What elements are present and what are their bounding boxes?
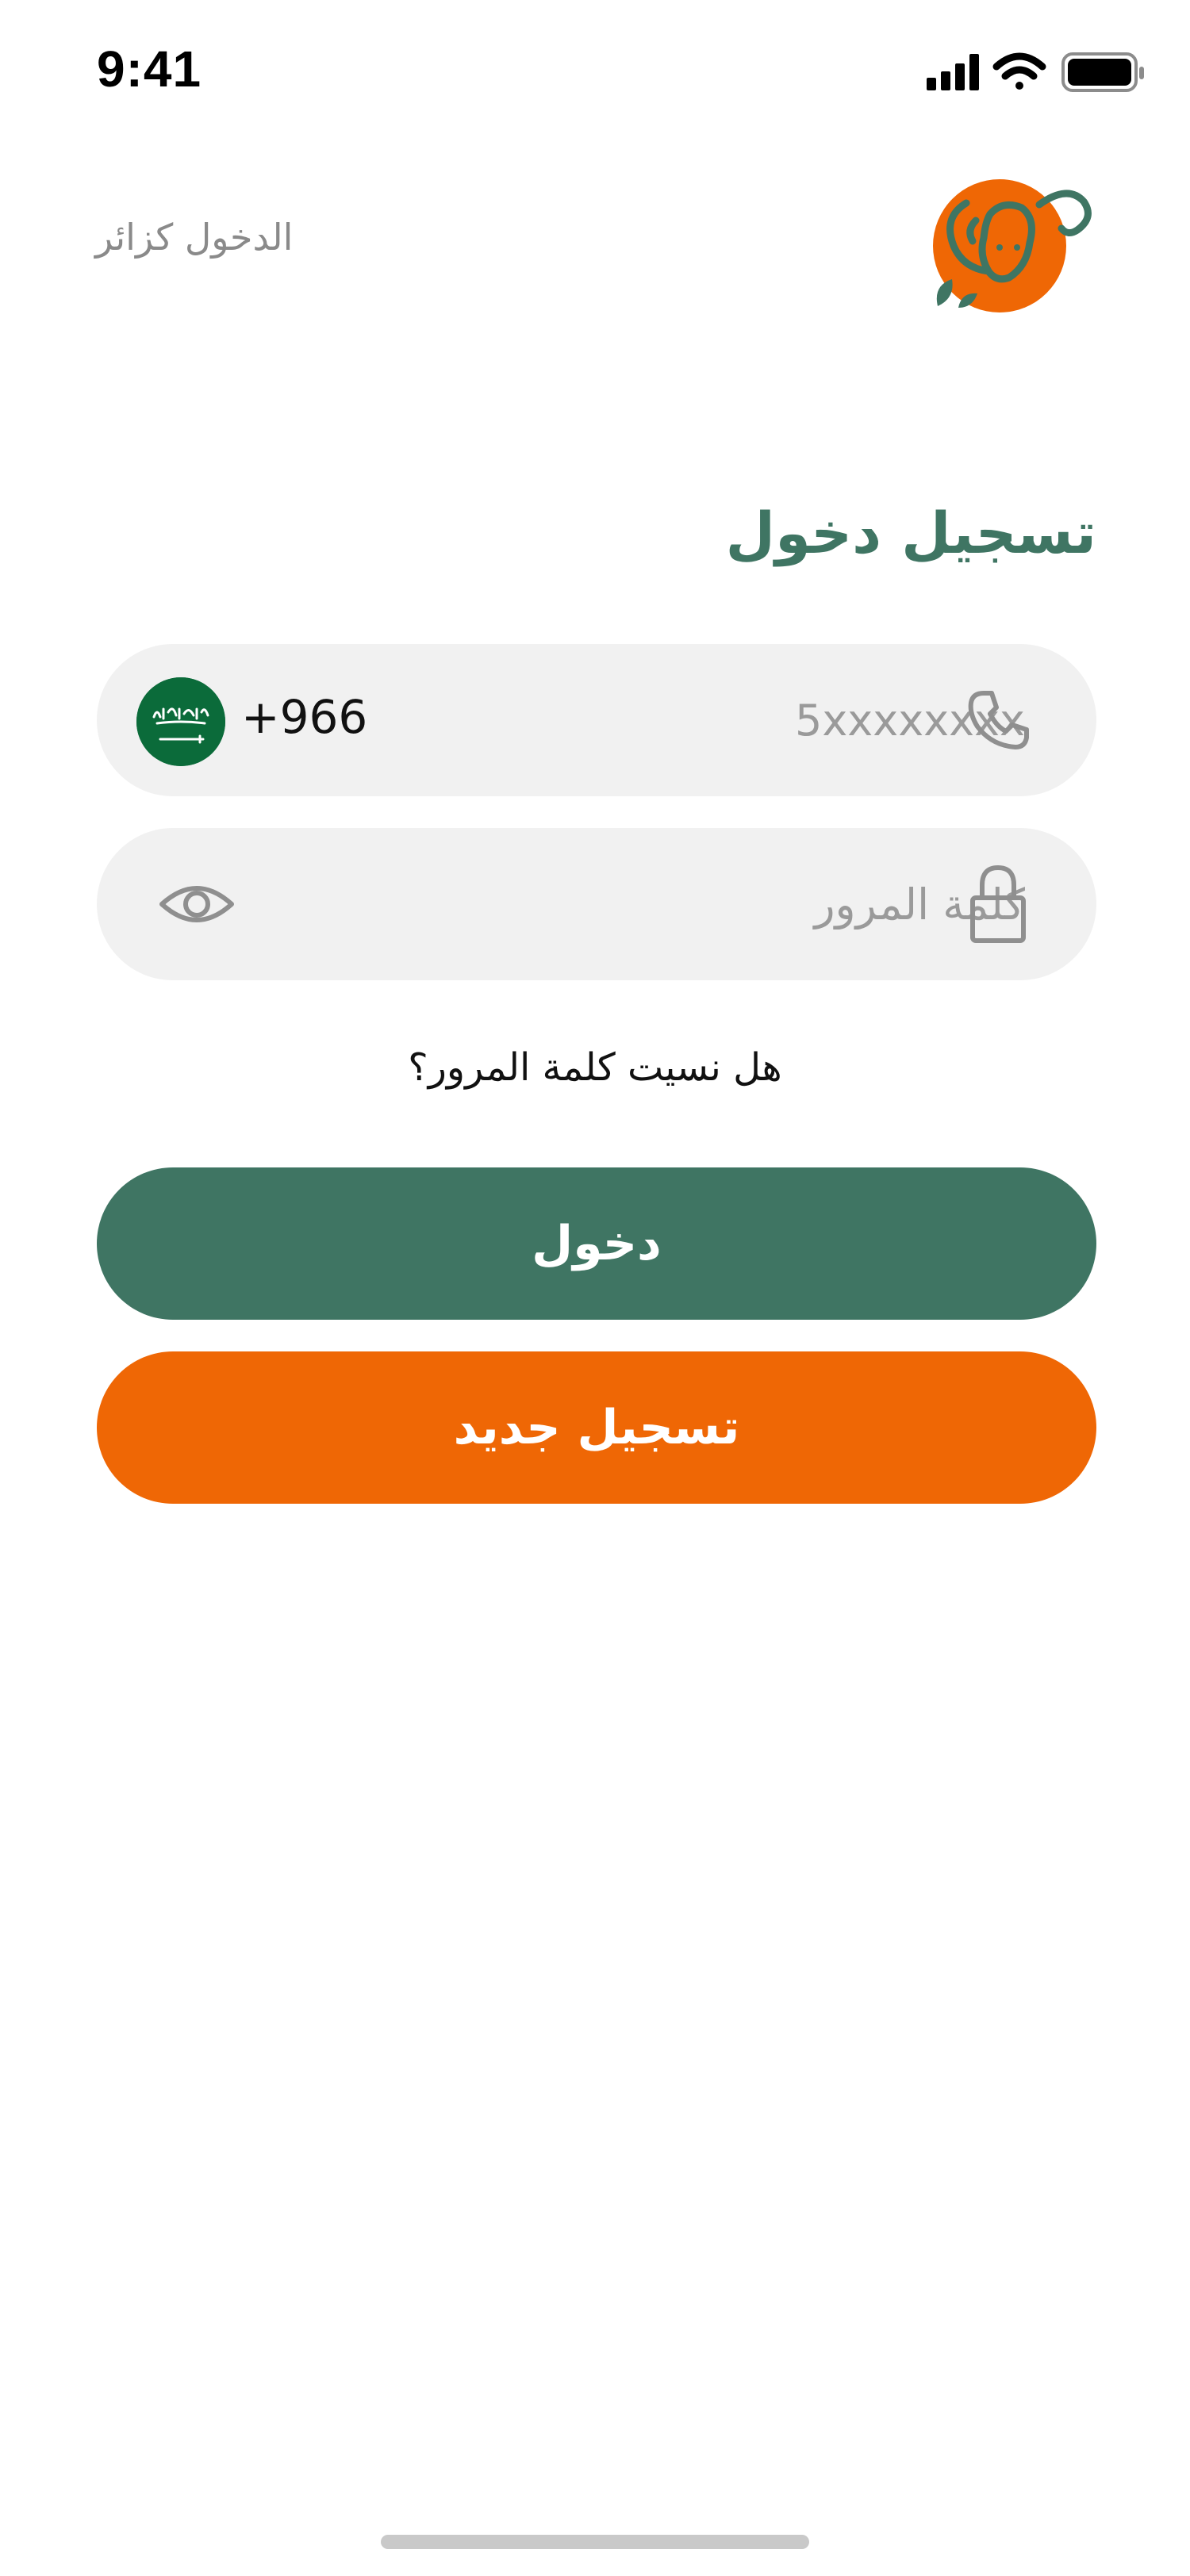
password-input[interactable] xyxy=(335,860,1025,949)
guest-login-link[interactable]: الدخول كزائر xyxy=(95,216,293,259)
password-field[interactable] xyxy=(97,828,1096,980)
sheep-logo xyxy=(933,179,1092,312)
eye-icon[interactable] xyxy=(159,877,235,931)
battery-icon xyxy=(1061,52,1144,92)
wifi-icon xyxy=(992,52,1046,90)
lock-icon xyxy=(970,864,1026,943)
phone-icon xyxy=(968,691,1029,749)
saudi-flag-icon[interactable] xyxy=(136,677,225,766)
login-button[interactable]: دخول xyxy=(97,1167,1096,1320)
phone-input[interactable] xyxy=(525,676,1025,765)
forgot-password-link[interactable]: هل نسيت كلمة المرور؟ xyxy=(0,1045,1190,1090)
status-icons xyxy=(927,52,1144,92)
home-indicator xyxy=(381,2535,809,2549)
phone-field[interactable]: +966 xyxy=(97,644,1096,796)
login-screen: 9:41 الدخول كزائر تسجيل دخول +966 5xxxxx… xyxy=(0,0,1190,2576)
register-button[interactable]: تسجيل جديد xyxy=(97,1351,1096,1504)
signal-icon xyxy=(927,54,979,90)
page-title: تسجيل دخول xyxy=(725,500,1096,566)
country-code[interactable]: +966 xyxy=(241,690,367,744)
status-time: 9:41 xyxy=(97,40,202,98)
